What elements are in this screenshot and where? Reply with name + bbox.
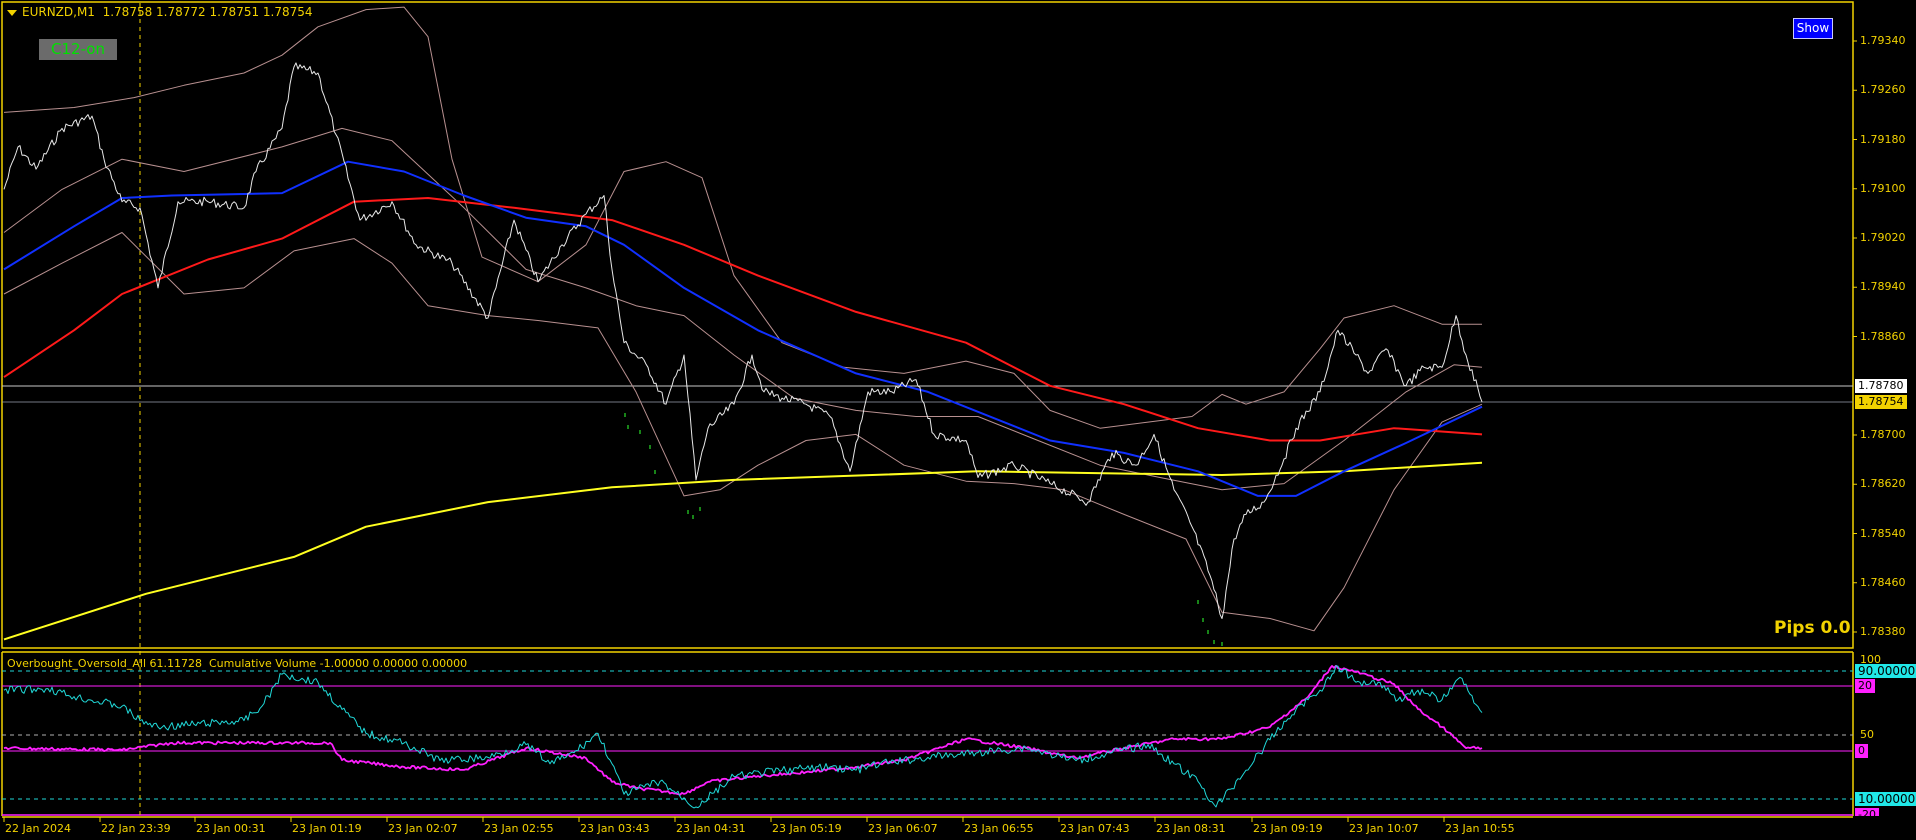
bollinger-lower-line xyxy=(3,232,1483,632)
price-line xyxy=(3,62,1483,619)
pips-label: Pips 0.0 xyxy=(1774,618,1851,638)
ohlc-values: 1.78758 1.78772 1.78751 1.78754 xyxy=(102,5,313,19)
time-axis-label: 23 Jan 01:19 xyxy=(292,822,362,835)
price-axis-label: 1.78940 xyxy=(1860,280,1906,294)
status-label: C12-on xyxy=(39,39,117,60)
price-axis-label: 1.79260 xyxy=(1860,83,1906,97)
time-axis-label: 22 Jan 2024 xyxy=(5,822,71,835)
indicator-header: Overbought_Oversold_All 61.11728 Cumulat… xyxy=(7,657,468,670)
show-button[interactable]: Show xyxy=(1793,18,1833,39)
cv-minus20-marker: -20 xyxy=(1855,808,1879,816)
time-axis-label: 22 Jan 23:39 xyxy=(101,822,171,835)
level-10-marker: 10.00000 xyxy=(1855,792,1916,806)
cv-20-marker: 20 xyxy=(1855,679,1875,693)
price-axis-label: 1.78540 xyxy=(1860,526,1906,540)
time-axis-label: 23 Jan 06:55 xyxy=(964,822,1034,835)
price-axis-label: 1.79100 xyxy=(1860,181,1906,195)
collapse-triangle-icon[interactable] xyxy=(7,10,17,16)
price-axis-label: 1.78620 xyxy=(1860,477,1906,491)
time-axis-label: 23 Jan 09:19 xyxy=(1253,822,1323,835)
series-layer xyxy=(3,6,1483,809)
cv-0-marker: 0 xyxy=(1855,744,1868,758)
price-axis-label: 1.78380 xyxy=(1860,625,1906,638)
fast-ma-line xyxy=(3,160,1483,497)
overbought-oversold-line xyxy=(3,665,1483,809)
time-axis-label: 23 Jan 05:19 xyxy=(772,822,842,835)
level-90-marker: 90.00000 xyxy=(1855,664,1916,678)
chart-frame xyxy=(1,1,1857,822)
time-axis-label: 23 Jan 07:43 xyxy=(1060,822,1130,835)
bollinger-middle-line xyxy=(3,127,1483,491)
chart-canvas[interactable] xyxy=(0,0,1916,840)
time-axis-label: 23 Jan 06:07 xyxy=(868,822,938,835)
price-axis-label: 1.78700 xyxy=(1860,428,1906,441)
time-axis-label: 23 Jan 00:31 xyxy=(196,822,266,835)
time-axis-label: 23 Jan 03:43 xyxy=(580,822,650,835)
signal-markers xyxy=(624,413,1223,646)
chart-header: EURNZD,M1 1.78758 1.78772 1.78751 1.7875… xyxy=(7,5,313,19)
price-axis-label: 1.79340 xyxy=(1860,34,1906,47)
time-axis-label: 23 Jan 02:55 xyxy=(484,822,554,835)
time-axis-label: 23 Jan 04:31 xyxy=(676,822,746,835)
main-pane-border xyxy=(1,1,1854,649)
time-axis-label: 23 Jan 10:07 xyxy=(1349,822,1419,835)
price-axis-label: 1.78460 xyxy=(1860,575,1906,589)
mid-ma-line xyxy=(3,197,1483,442)
bollinger-upper-line xyxy=(3,6,1482,429)
time-axis-label: 23 Jan 10:55 xyxy=(1445,822,1515,835)
price-axis-label: 1.79180 xyxy=(1860,132,1906,146)
time-axis-label: 23 Jan 08:31 xyxy=(1156,822,1226,835)
price-axis-label: 1.79020 xyxy=(1860,231,1906,244)
time-axis-label: 23 Jan 02:07 xyxy=(388,822,458,835)
indicator-axis-50: 50 xyxy=(1860,728,1874,741)
bid-price-marker: 1.78754 xyxy=(1855,395,1907,409)
price-axis-label: 1.78860 xyxy=(1860,329,1906,343)
slow-ma-line xyxy=(3,461,1483,641)
price-level-marker: 1.78780 xyxy=(1855,379,1907,393)
symbol-label: EURNZD,M1 xyxy=(22,5,95,19)
